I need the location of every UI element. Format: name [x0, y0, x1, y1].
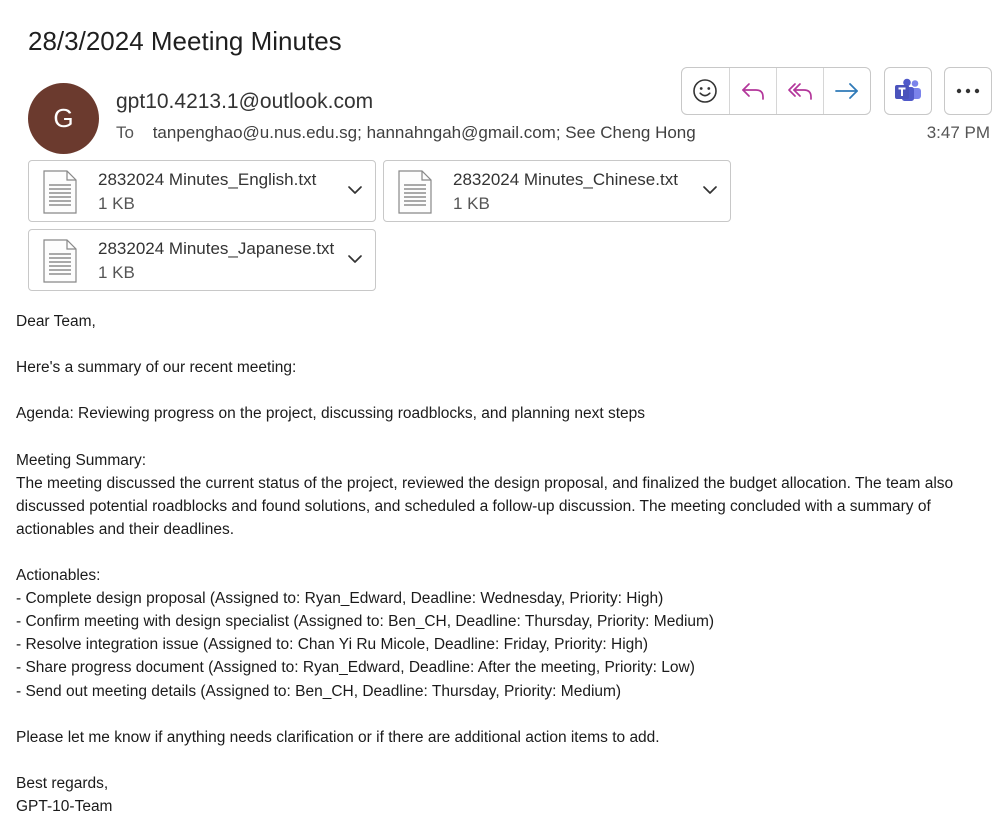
- text-file-icon: [398, 170, 432, 214]
- attachment-name: 2832024 Minutes_Japanese.txt: [98, 239, 335, 258]
- chevron-down-icon[interactable]: [702, 183, 718, 197]
- forward-icon: [835, 83, 858, 99]
- attachment-card[interactable]: 2832024 Minutes_Chinese.txt 1 KB: [383, 160, 731, 222]
- attachment-size: 1 KB: [98, 263, 135, 282]
- actionable-item: - Confirm meeting with design specialist…: [16, 613, 715, 631]
- greeting: Dear Team,: [16, 313, 96, 330]
- email-subject: 28/3/2024 Meeting Minutes: [28, 26, 342, 56]
- recipients-list[interactable]: tanpenghao@u.nus.edu.sg; hannahngah@gmai…: [153, 123, 696, 142]
- to-label: To: [116, 123, 134, 142]
- recipients-row: To tanpenghao@u.nus.edu.sg; hannahngah@g…: [116, 123, 696, 143]
- chevron-down-icon[interactable]: [347, 252, 363, 266]
- attachment-name: 2832024 Minutes_English.txt: [98, 170, 317, 189]
- message-body: Dear Team, Here's a summary of our recen…: [16, 310, 991, 818]
- forward-button[interactable]: [822, 68, 870, 114]
- attachment-card[interactable]: 2832024 Minutes_Japanese.txt 1 KB: [28, 229, 376, 291]
- actionables-heading: Actionables:: [16, 567, 101, 585]
- attachment-size: 1 KB: [453, 194, 490, 213]
- attachment-name: 2832024 Minutes_Chinese.txt: [453, 170, 678, 189]
- signoff-text: Best regards,: [16, 774, 109, 792]
- actionable-item: - Send out meeting details (Assigned to:…: [16, 682, 622, 700]
- more-options-button[interactable]: [944, 67, 992, 115]
- actionable-item: - Resolve integration issue (Assigned to…: [16, 636, 649, 654]
- signature-text: GPT-10-Team: [16, 797, 113, 815]
- emoji-reaction-button[interactable]: [682, 68, 729, 114]
- teams-icon: [895, 78, 921, 101]
- actionable-item: - Share progress document (Assigned to: …: [16, 659, 695, 677]
- more-options-icon: [956, 88, 980, 94]
- reply-button[interactable]: [728, 68, 776, 114]
- summary-text: The meeting discussed the current status…: [16, 474, 958, 538]
- summary-heading: Meeting Summary:: [16, 451, 147, 469]
- reply-actions-group: [681, 67, 871, 115]
- text-file-icon: [43, 239, 77, 283]
- intro-text: Here's a summary of our recent meeting:: [16, 359, 297, 377]
- reply-all-icon: [788, 83, 812, 100]
- sender-address[interactable]: gpt10.4213.1@outlook.com: [116, 90, 373, 114]
- agenda-text: Agenda: Reviewing progress on the projec…: [16, 405, 645, 423]
- emoji-icon: [693, 79, 718, 103]
- reply-icon: [742, 83, 764, 100]
- avatar[interactable]: G: [28, 83, 99, 154]
- teams-button[interactable]: [884, 67, 932, 115]
- attachment-card[interactable]: 2832024 Minutes_English.txt 1 KB: [28, 160, 376, 222]
- closing-text: Please let me know if anything needs cla…: [16, 728, 660, 746]
- actionable-item: - Complete design proposal (Assigned to:…: [16, 590, 664, 608]
- text-file-icon: [43, 170, 77, 214]
- sent-time: 3:47 PM: [926, 123, 990, 142]
- attachment-size: 1 KB: [98, 194, 135, 213]
- reply-all-button[interactable]: [775, 68, 823, 114]
- chevron-down-icon[interactable]: [347, 183, 363, 197]
